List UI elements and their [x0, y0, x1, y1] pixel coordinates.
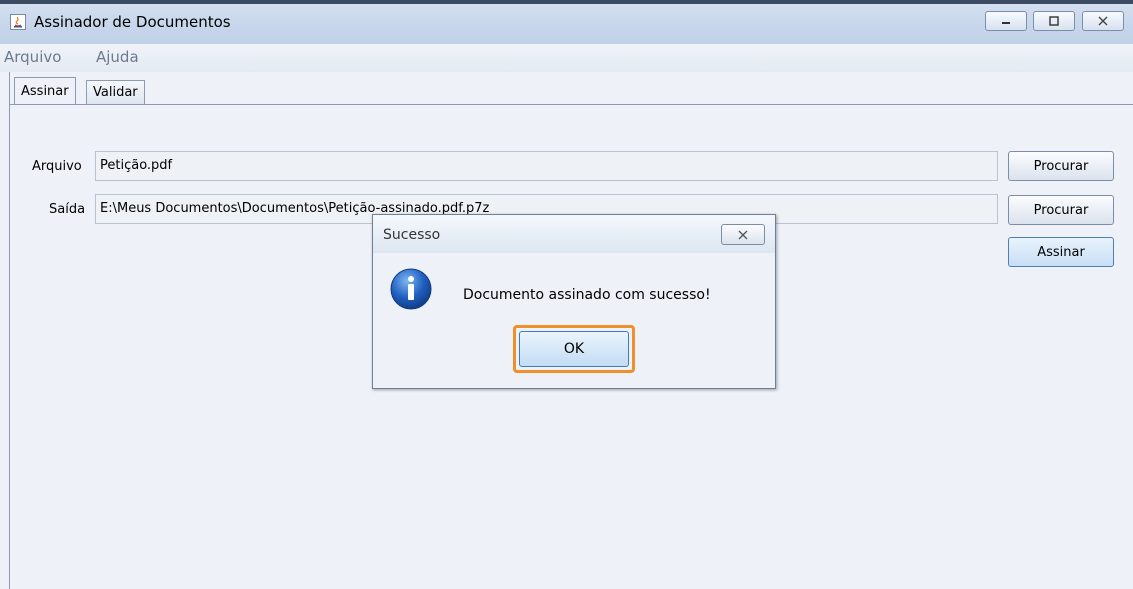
tab-validar[interactable]: Validar [86, 80, 145, 104]
menu-ajuda[interactable]: Ajuda [96, 48, 139, 66]
dialog-close-button[interactable] [721, 224, 765, 245]
java-app-icon [10, 14, 26, 30]
title-bar-edge [0, 0, 1133, 4]
window-title: Assinador de Documentos [34, 13, 231, 31]
menu-arquivo[interactable]: Arquivo [4, 48, 61, 66]
procurar-arquivo-button[interactable]: Procurar [1008, 151, 1114, 181]
maximize-button[interactable] [1033, 11, 1075, 31]
assinar-button[interactable]: Assinar [1008, 237, 1114, 267]
saida-label: Saída [49, 202, 86, 217]
close-icon [1098, 16, 1108, 26]
success-dialog: Sucesso Documento assinado com sucesso! … [372, 214, 776, 389]
title-bar: Assinador de Documentos [0, 0, 1133, 45]
dialog-title: Sucesso [383, 227, 441, 243]
dialog-title-bar: Sucesso [373, 215, 775, 253]
tab-validar-label: Validar [93, 85, 138, 100]
maximize-icon [1049, 16, 1059, 26]
close-icon [738, 230, 748, 239]
tab-assinar-label: Assinar [21, 83, 69, 99]
menu-bar: Arquivo Ajuda [0, 44, 1133, 72]
ok-button[interactable]: OK [519, 331, 629, 367]
info-icon [390, 268, 432, 310]
procurar-saida-button[interactable]: Procurar [1008, 195, 1114, 225]
minimize-button[interactable] [985, 11, 1027, 31]
tab-assinar[interactable]: Assinar [14, 77, 76, 104]
arquivo-label: Arquivo [32, 159, 82, 174]
dialog-message: Documento assinado com sucesso! [463, 287, 711, 303]
close-button[interactable] [1082, 11, 1124, 31]
tab-divider [10, 104, 1133, 105]
minimize-icon [1002, 22, 1010, 24]
arquivo-field[interactable]: Petição.pdf [95, 151, 998, 181]
main-window: Assinador de Documentos Arquivo Ajuda As… [0, 0, 1133, 589]
